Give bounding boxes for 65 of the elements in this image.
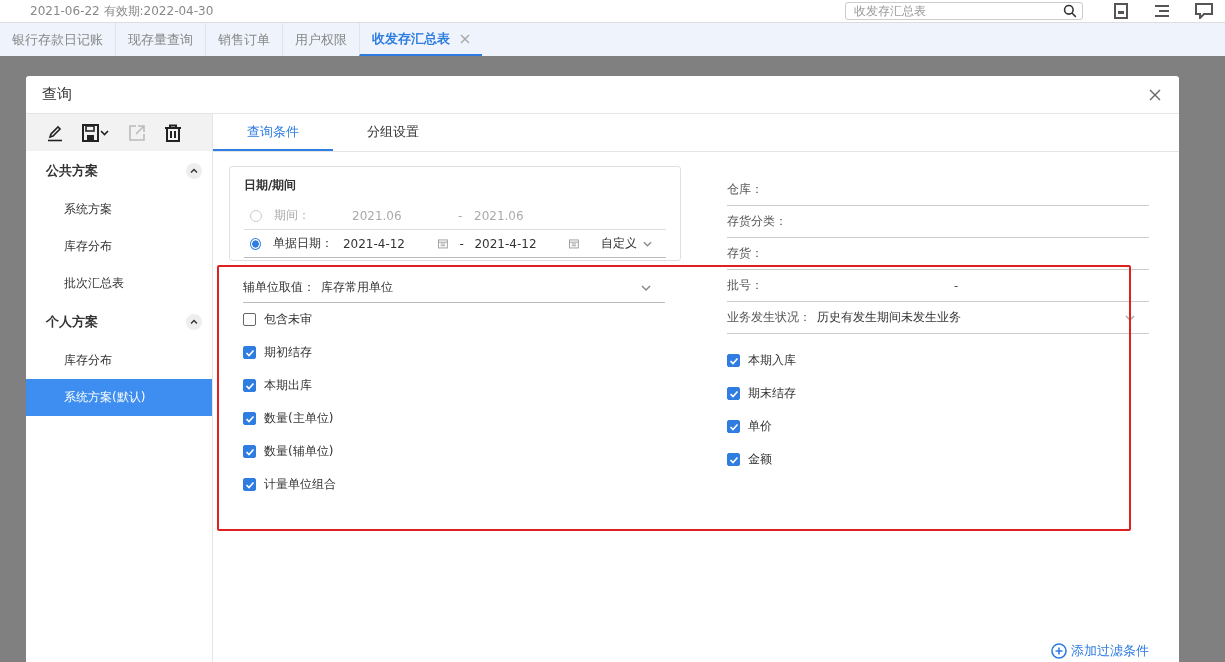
field-label: 辅单位取值： bbox=[243, 279, 315, 296]
field-label: 期间： bbox=[274, 207, 311, 224]
field-label: 批号： bbox=[727, 277, 763, 294]
checkbox-label: 单价 bbox=[748, 418, 772, 435]
field-label: 存货： bbox=[727, 245, 763, 262]
unit-select[interactable]: 库存常用单位 bbox=[321, 279, 641, 296]
calendar-icon[interactable] bbox=[569, 238, 580, 249]
dialog-tab[interactable]: 分组设置 bbox=[333, 114, 453, 151]
checkbox[interactable] bbox=[727, 453, 740, 466]
mode-select[interactable]: 自定义 bbox=[601, 235, 638, 252]
add-filter-link[interactable]: 添加过滤条件 bbox=[1051, 642, 1149, 660]
edit-icon[interactable] bbox=[46, 123, 64, 142]
date-value[interactable]: 2021-4-12 bbox=[474, 236, 564, 251]
chevron-down-icon[interactable] bbox=[643, 239, 652, 248]
date-value[interactable]: 2021-4-12 bbox=[342, 236, 432, 251]
collapse-icon[interactable] bbox=[186, 314, 202, 330]
chevron-down-icon[interactable] bbox=[1125, 313, 1135, 322]
range-separator: - bbox=[954, 278, 959, 293]
section-title: 日期/期间 bbox=[244, 177, 298, 194]
checkbox-label: 金额 bbox=[748, 451, 772, 468]
checkbox-label: 数量(主单位) bbox=[264, 410, 334, 427]
message-icon[interactable] bbox=[1195, 3, 1213, 19]
checkbox[interactable] bbox=[243, 346, 256, 359]
search-field[interactable]: 收发存汇总表 bbox=[845, 2, 1083, 20]
group-title: 公共方案 bbox=[46, 162, 98, 180]
checkbox-label: 期末结存 bbox=[748, 385, 796, 402]
checkbox-label: 本期出库 bbox=[264, 377, 312, 394]
checkbox-label: 数量(辅单位) bbox=[264, 443, 334, 460]
dialog-tab[interactable]: 查询条件 bbox=[213, 114, 333, 151]
scheme-item[interactable]: 批次汇总表 bbox=[26, 265, 212, 302]
checkbox[interactable] bbox=[243, 445, 256, 458]
checkbox[interactable] bbox=[727, 354, 740, 367]
field-label: 单据日期： bbox=[272, 235, 334, 252]
checkbox[interactable] bbox=[243, 478, 256, 491]
list-icon[interactable] bbox=[1153, 3, 1171, 19]
calendar-icon[interactable] bbox=[437, 238, 448, 249]
search-icon[interactable] bbox=[1063, 4, 1077, 18]
range-separator: - bbox=[459, 236, 465, 251]
range-separator: - bbox=[458, 208, 464, 223]
field-label: 业务发生状况： bbox=[727, 309, 811, 326]
plus-circle-icon[interactable] bbox=[1051, 643, 1067, 659]
checkbox[interactable] bbox=[243, 379, 256, 392]
checkbox[interactable] bbox=[727, 420, 740, 433]
checkbox[interactable] bbox=[727, 387, 740, 400]
trash-icon[interactable] bbox=[164, 123, 182, 142]
radio-button[interactable] bbox=[250, 237, 261, 250]
group-title: 个人方案 bbox=[46, 313, 98, 331]
scheme-item[interactable]: 库存分布 bbox=[26, 228, 212, 265]
close-icon[interactable] bbox=[1149, 88, 1161, 101]
status-select[interactable]: 历史有发生期间未发生业务 bbox=[817, 309, 1125, 326]
field-label: 存货分类： bbox=[727, 213, 787, 230]
save-icon[interactable] bbox=[82, 123, 110, 142]
field-label: 仓库： bbox=[727, 181, 763, 198]
checkbox[interactable] bbox=[243, 412, 256, 425]
collapse-icon[interactable] bbox=[186, 163, 202, 179]
checkbox[interactable] bbox=[243, 313, 256, 326]
validity-text: 2021-06-22 有效期:2022-04-30 bbox=[30, 2, 215, 20]
checkbox-label: 本期入库 bbox=[748, 352, 796, 369]
checkbox-label: 计量单位组合 bbox=[264, 476, 336, 493]
checkbox-label: 期初结存 bbox=[264, 344, 312, 361]
dialog-title: 查询 bbox=[42, 85, 72, 104]
checkbox-label: 包含未审 bbox=[264, 311, 312, 328]
scheme-item[interactable]: 系统方案 bbox=[26, 191, 212, 228]
scheme-item[interactable]: 库存分布 bbox=[26, 342, 212, 379]
chevron-down-icon[interactable] bbox=[641, 283, 651, 292]
